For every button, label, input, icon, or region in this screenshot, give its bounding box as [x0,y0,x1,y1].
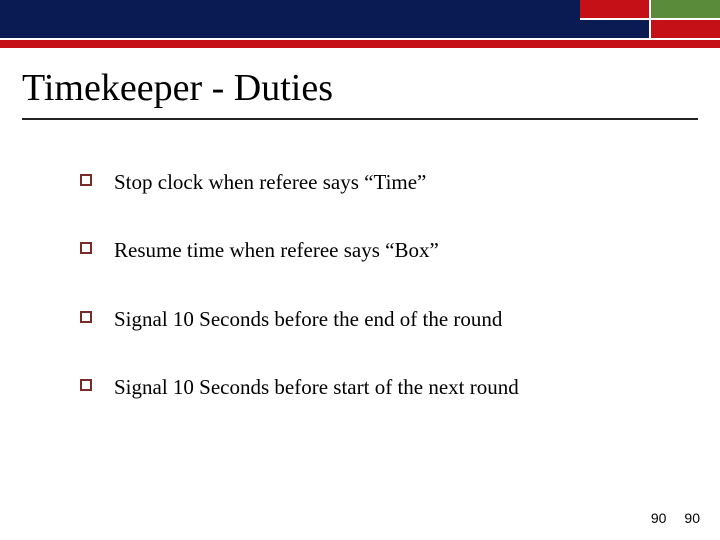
square-bullet-icon [80,242,92,254]
list-item-text: Resume time when referee says “Box” [114,236,439,264]
list-item-text: Signal 10 Seconds before the end of the … [114,305,502,333]
list-item: Signal 10 Seconds before the end of the … [80,305,690,333]
square-bullet-icon [80,311,92,323]
page-number: 90 [684,510,700,526]
top-bar-grid [580,0,720,38]
slide: Timekeeper - Duties Stop clock when refe… [0,0,720,540]
top-bar-navy [0,0,580,38]
footer: 90 90 [651,510,700,526]
red-accent-bar [0,40,720,48]
bullet-list: Stop clock when referee says “Time” Resu… [0,120,720,401]
list-item-text: Signal 10 Seconds before start of the ne… [114,373,519,401]
grid-cell-navy [580,20,649,38]
page-number: 90 [651,510,667,526]
grid-cell-red-2 [651,20,720,38]
grid-cell-green [651,0,720,18]
list-item-text: Stop clock when referee says “Time” [114,168,426,196]
page-title: Timekeeper - Duties [0,48,720,118]
top-bar [0,0,720,38]
list-item: Resume time when referee says “Box” [80,236,690,264]
square-bullet-icon [80,379,92,391]
list-item: Stop clock when referee says “Time” [80,168,690,196]
list-item: Signal 10 Seconds before start of the ne… [80,373,690,401]
grid-cell-red [580,0,649,18]
square-bullet-icon [80,174,92,186]
